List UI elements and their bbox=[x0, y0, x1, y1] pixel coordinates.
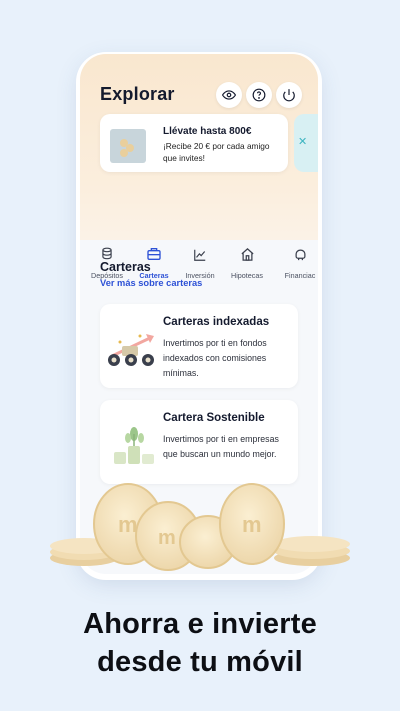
sustainable-portfolio-illustration bbox=[114, 427, 154, 464]
card-text: Invertimos por ti en fondos indexados co… bbox=[163, 338, 267, 378]
power-icon bbox=[283, 89, 295, 102]
card-title: Cartera Sostenible bbox=[163, 412, 265, 424]
house-icon bbox=[240, 248, 254, 261]
svg-text:m: m bbox=[118, 512, 138, 537]
tab-hipotecas[interactable]: Hipotecas bbox=[222, 240, 272, 280]
promo-title: Llévate hasta 800€ bbox=[163, 126, 252, 137]
see-more-link[interactable]: Ver más sobre carteras bbox=[100, 278, 202, 288]
svg-text:m: m bbox=[242, 512, 262, 537]
page-title: Explorar bbox=[100, 84, 175, 104]
section-title: Carteras bbox=[100, 260, 151, 274]
promo-text: ¡Recibe 20 € por cada amigo que invites! bbox=[163, 141, 270, 163]
referral-promo-card[interactable]: Llévate hasta 800€ ¡Recibe 20 € por cada… bbox=[100, 114, 288, 172]
visibility-button[interactable] bbox=[216, 82, 242, 108]
tab-label: Financiac bbox=[284, 271, 316, 280]
headline-line-2: desde tu móvil bbox=[97, 646, 303, 678]
card-text: Invertimos por ti en empresas que buscan… bbox=[163, 434, 279, 459]
indexed-portfolio-illustration bbox=[108, 334, 154, 366]
question-icon bbox=[252, 88, 266, 102]
logout-button[interactable] bbox=[276, 82, 302, 108]
piggy-icon bbox=[295, 249, 305, 261]
promo-brand-icon: ✕ bbox=[298, 136, 308, 148]
card-title: Carteras indexadas bbox=[163, 316, 270, 328]
promo-headline: Ahorra e invierte desde tu móvil bbox=[0, 605, 400, 681]
coins-illustration: m m m bbox=[50, 483, 350, 571]
promo-illustration bbox=[110, 129, 146, 163]
svg-text:m: m bbox=[158, 527, 176, 549]
tab-inversion[interactable]: Inversión bbox=[175, 240, 225, 280]
tab-financiacion[interactable]: Financiac bbox=[275, 240, 318, 280]
next-promo-card[interactable]: ✕ bbox=[294, 114, 318, 172]
chart-line-icon bbox=[194, 249, 206, 261]
explore-header: Explorar Llévate hasta 800€ ¡Recibe 20 €… bbox=[80, 54, 318, 240]
headline-line-1: Ahorra e invierte bbox=[83, 608, 317, 640]
help-button[interactable] bbox=[246, 82, 272, 108]
tab-label: Hipotecas bbox=[231, 271, 263, 280]
card-carteras-indexadas[interactable]: Carteras indexadas Invertimos por ti en … bbox=[100, 304, 298, 388]
eye-icon bbox=[222, 90, 236, 100]
